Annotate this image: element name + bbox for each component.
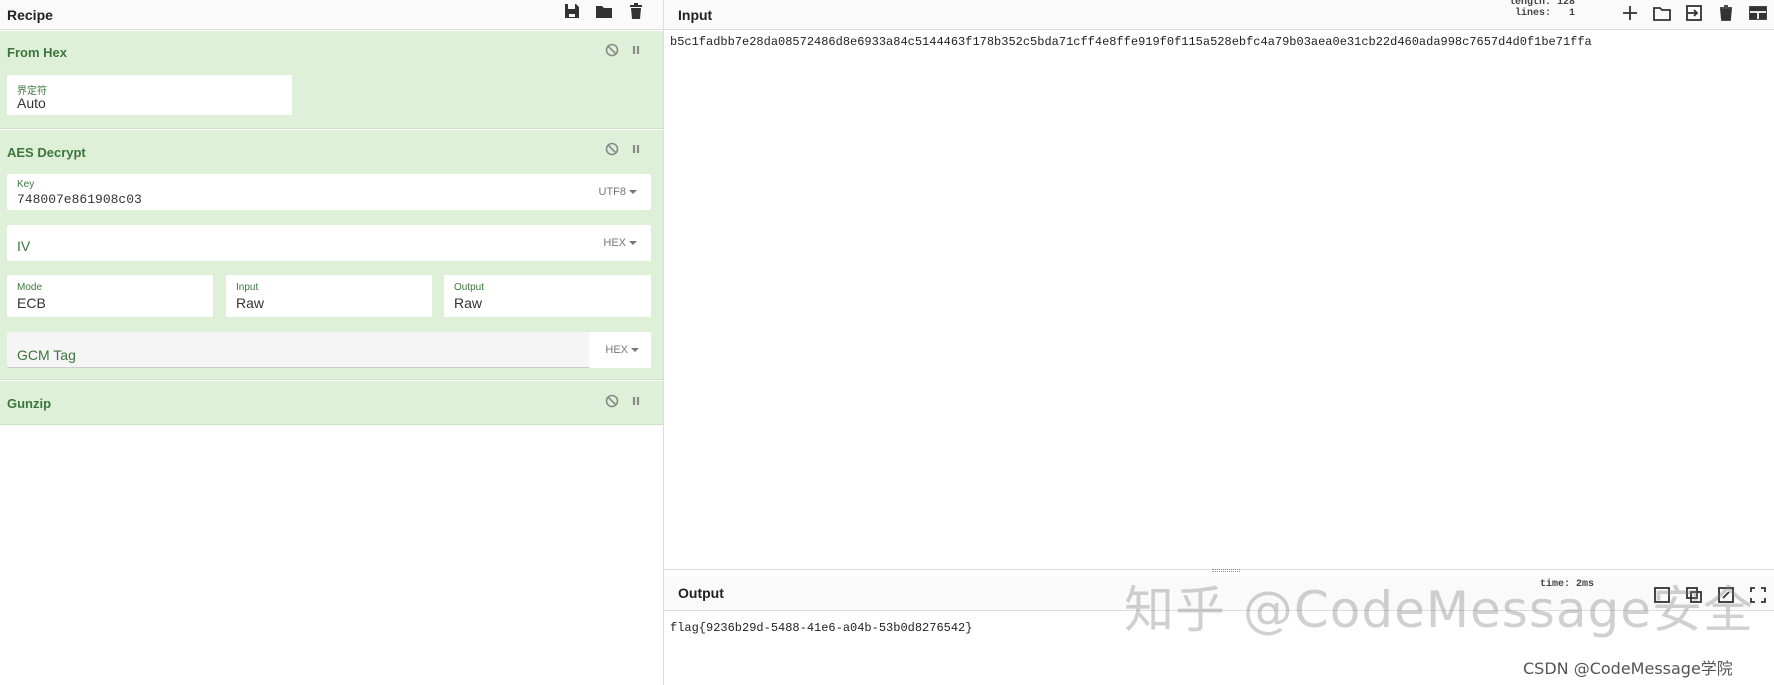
delimiter-field[interactable]: 界定符 Auto xyxy=(7,75,292,115)
gcm-tag-placeholder: GCM Tag xyxy=(17,347,76,363)
recipe-header: Recipe xyxy=(0,0,663,30)
length-value: 128 xyxy=(1557,0,1576,8)
clear-input-icon[interactable] xyxy=(1716,3,1736,23)
lines-value: 1 xyxy=(1569,8,1576,19)
input-header: Input length: 128 lines: 1 xyxy=(664,0,1774,30)
pause-icon[interactable] xyxy=(629,394,643,408)
output-format-select[interactable]: Output Raw xyxy=(444,275,651,317)
csdn-watermark: CSDN @CodeMessage学院 xyxy=(1523,659,1733,678)
open-file-icon[interactable] xyxy=(1684,3,1704,23)
input-format-label: Input xyxy=(236,282,259,293)
layout-icon[interactable] xyxy=(1748,3,1768,23)
operation-from-hex: From Hex 界定符 Auto xyxy=(0,31,663,129)
output-title: Output xyxy=(678,585,724,601)
operation-aes-decrypt: AES Decrypt Key 748007e861908c03 UTF8 IV… xyxy=(0,130,663,380)
operation-title: AES Decrypt xyxy=(7,145,86,160)
pause-icon[interactable] xyxy=(629,43,643,57)
iv-field[interactable]: IV HEX xyxy=(7,225,651,261)
mode-label: Mode xyxy=(17,282,43,293)
cyberchef-app: Recipe From Hex 界定符 Auto AES Decrypt Key… xyxy=(0,0,1774,685)
input-textarea[interactable]: b5c1fadbb7e28da08572486d8e6933a84c514446… xyxy=(670,35,1592,49)
operation-title: From Hex xyxy=(7,45,67,60)
operation-title: Gunzip xyxy=(7,396,52,411)
iv-placeholder: IV xyxy=(17,238,31,254)
save-icon[interactable] xyxy=(563,2,581,20)
recipe-title: Recipe xyxy=(7,6,53,23)
key-label: Key xyxy=(17,179,35,190)
key-encoding-dropdown[interactable]: UTF8 xyxy=(599,186,638,198)
folder-icon[interactable] xyxy=(595,2,613,20)
mode-select[interactable]: Mode ECB xyxy=(7,275,213,317)
pause-icon[interactable] xyxy=(629,142,643,156)
mode-value: ECB xyxy=(17,295,46,311)
open-folder-icon[interactable] xyxy=(1652,3,1672,23)
delimiter-value: Auto xyxy=(17,95,46,111)
input-format-value: Raw xyxy=(236,295,265,311)
key-field[interactable]: Key 748007e861908c03 UTF8 xyxy=(7,174,651,210)
key-value: 748007e861908c03 xyxy=(17,192,142,207)
disable-icon[interactable] xyxy=(605,142,619,156)
input-format-select[interactable]: Input Raw xyxy=(226,275,432,317)
lines-label: lines: xyxy=(1515,8,1552,19)
output-format-value: Raw xyxy=(454,295,483,311)
zhihu-watermark: 知乎 @CodeMessage安全 xyxy=(1124,581,1755,639)
gcm-encoding-box[interactable]: HEX xyxy=(589,332,651,368)
input-stats: length: 128 lines: 1 xyxy=(1509,0,1575,19)
recipe-panel: Recipe From Hex 界定符 Auto AES Decrypt Key… xyxy=(0,0,664,685)
gcm-tag-field[interactable]: GCM Tag xyxy=(7,332,590,368)
output-format-label: Output xyxy=(454,282,485,293)
input-title: Input xyxy=(678,6,713,23)
gcm-encoding-dropdown[interactable]: HEX xyxy=(605,344,639,356)
length-label: length: xyxy=(1509,0,1552,8)
disable-icon[interactable] xyxy=(605,394,619,408)
input-pane: Input length: 128 lines: 1 b5c1fadbb7e28… xyxy=(664,0,1774,570)
iv-encoding-dropdown[interactable]: HEX xyxy=(603,237,637,249)
trash-icon[interactable] xyxy=(627,2,645,20)
operation-gunzip: Gunzip xyxy=(0,381,663,425)
disable-icon[interactable] xyxy=(605,43,619,57)
add-tab-icon[interactable] xyxy=(1620,3,1640,23)
output-textarea[interactable]: flag{9236b29d-5488-41e6-a04b-53b0d827654… xyxy=(670,621,972,635)
